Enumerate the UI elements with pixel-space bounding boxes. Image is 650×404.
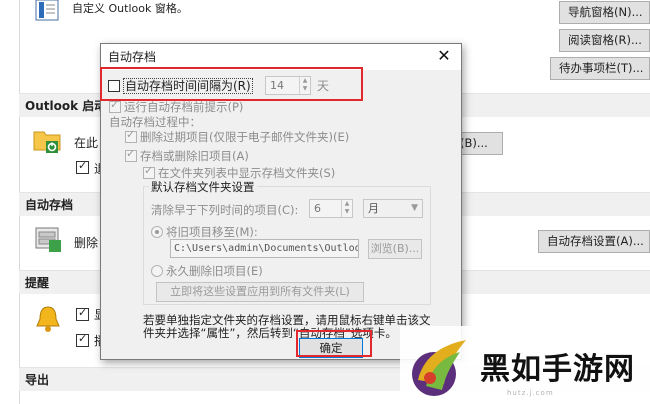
checkbox-box[interactable]	[125, 128, 137, 143]
reminder-show-checkbox[interactable]	[76, 306, 89, 321]
move-old-items-radio[interactable]: 将旧项目移至(M):	[151, 224, 258, 240]
highlight-ok-frame	[296, 330, 372, 357]
bell-icon	[34, 304, 62, 334]
watermark-url: hutz.j.com	[507, 389, 554, 397]
permanently-delete-radio[interactable]: 永久删除旧项目(E)	[151, 263, 263, 279]
navigation-pane-button[interactable]: 导航窗格(N)...	[559, 1, 650, 24]
radio-circle[interactable]	[151, 265, 163, 277]
reminder-sound-checkbox[interactable]	[76, 332, 89, 347]
reading-pane-button[interactable]: 阅读窗格(R)...	[559, 29, 650, 52]
highlight-interval-frame	[100, 67, 363, 101]
archive-path-field[interactable]: C:\Users\admin\Documents\Outlook	[170, 239, 359, 258]
start-checkbox[interactable]	[76, 159, 89, 174]
checkbox-box[interactable]	[125, 147, 137, 162]
clean-older-spinner[interactable]: 6 ▲ ▼	[309, 199, 353, 218]
prompt-before-checkbox[interactable]: 运行自动存档前提示(P)	[109, 98, 244, 115]
autoarchive-settings-button[interactable]: 自动存档设置(A)...	[538, 230, 650, 253]
chevron-down-icon: ▼	[411, 203, 418, 213]
view-settings-icon	[34, 0, 62, 22]
close-icon[interactable]: ✕	[435, 47, 453, 65]
autoarchive-icon	[33, 224, 65, 254]
default-settings-label: 默认存档文件夹设置	[149, 179, 257, 195]
folder-icon	[32, 124, 64, 156]
panes-description: 自定义 Outlook 窗格。	[72, 2, 188, 15]
during-autoarchive-label: 自动存档过程中：	[109, 115, 201, 129]
delete-expired-label: 删除过期项目(仅限于电子邮件文件夹)(E)	[140, 130, 350, 144]
start-folder-text: 在此	[74, 136, 99, 150]
clean-older-label: 清除早于下列时间的项目(C):	[151, 203, 299, 217]
archive-or-delete-checkbox[interactable]: 存档或删除旧项目(A)	[125, 147, 249, 164]
permanently-delete-label: 永久删除旧项目(E)	[166, 264, 263, 278]
browse-start-folder-button[interactable]: (B)...	[455, 132, 503, 155]
move-old-items-label: 将旧项目移至(M):	[166, 225, 258, 239]
radio-circle[interactable]	[151, 226, 163, 238]
apply-to-all-folders-button[interactable]: 立即将这些设置应用到所有文件夹(L)	[156, 282, 364, 302]
checkbox-box[interactable]	[109, 98, 121, 113]
prompt-before-label: 运行自动存档前提示(P)	[124, 100, 244, 114]
checkbox-box[interactable]	[143, 164, 155, 179]
clean-value: 6	[314, 202, 321, 215]
watermark-text: 黑如手游网	[480, 352, 635, 387]
archive-or-delete-label: 存档或删除旧项目(A)	[140, 149, 249, 163]
autoarchive-desc-text: 删除	[74, 236, 99, 250]
spinner-arrows-icon[interactable]: ▲ ▼	[341, 200, 352, 217]
delete-expired-checkbox[interactable]: 删除过期项目(仅限于电子邮件文件夹)(E)	[125, 128, 350, 145]
show-in-folder-list-label: 在文件夹列表中显示存档文件夹(S)	[158, 166, 336, 180]
todo-bar-button[interactable]: 待办事项栏(T)...	[550, 57, 650, 80]
clean-unit-value: 月	[368, 202, 379, 215]
browse-button[interactable]: 浏览(B)...	[368, 239, 422, 259]
watermark-logo-icon	[404, 334, 476, 400]
clean-unit-dropdown[interactable]: 月 ▼	[363, 199, 423, 218]
